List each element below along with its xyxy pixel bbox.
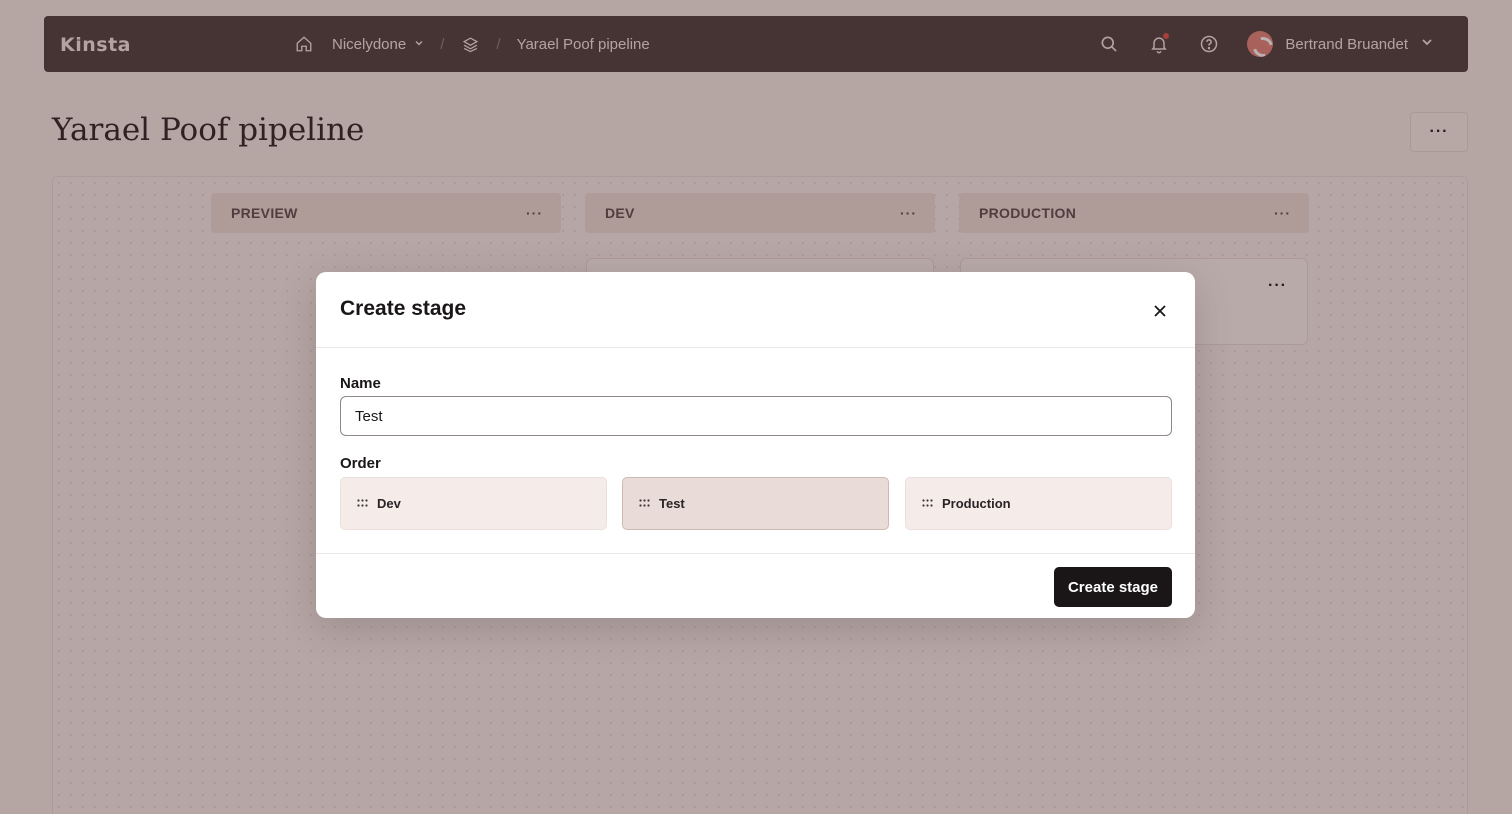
drag-handle-icon[interactable]: [639, 498, 651, 510]
close-icon[interactable]: [1145, 296, 1175, 326]
create-stage-button[interactable]: Create stage: [1054, 567, 1172, 607]
dialog-header: Create stage: [316, 272, 1195, 348]
name-label: Name: [340, 375, 381, 392]
drag-handle-icon[interactable]: [922, 498, 934, 510]
create-stage-dialog: Create stage Name Order Dev Test Product…: [316, 272, 1195, 618]
order-item-production[interactable]: Production: [905, 477, 1172, 530]
order-item-test[interactable]: Test: [622, 477, 889, 530]
order-item-label: Dev: [377, 496, 401, 511]
dialog-title: Create stage: [340, 297, 467, 320]
name-input[interactable]: [340, 396, 1172, 436]
order-label: Order: [340, 455, 381, 472]
dialog-footer: Create stage: [316, 553, 1195, 618]
order-item-label: Test: [659, 496, 685, 511]
order-item-label: Production: [942, 496, 1011, 511]
order-item-dev[interactable]: Dev: [340, 477, 607, 530]
drag-handle-icon[interactable]: [357, 498, 369, 510]
